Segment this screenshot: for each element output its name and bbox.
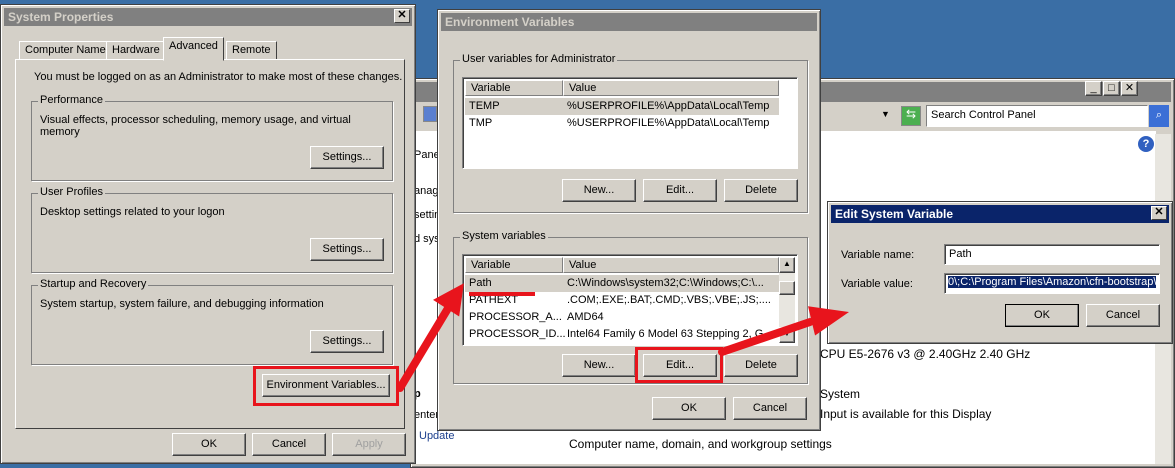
user-edit-button[interactable]: Edit...: [643, 179, 717, 202]
tab-advanced[interactable]: Advanced: [163, 37, 224, 61]
value-cell: .COM;.EXE;.BAT;.CMD;.VBS;.VBE;.JS;....: [567, 294, 771, 306]
help-icon[interactable]: ?: [1138, 136, 1154, 152]
user-profiles-settings-button[interactable]: Settings...: [310, 238, 384, 261]
group-label: System variables: [460, 230, 548, 242]
scroll-thumb[interactable]: [779, 281, 795, 295]
group-label: Performance: [38, 94, 105, 106]
cancel-button[interactable]: Cancel: [252, 433, 326, 456]
user-delete-button[interactable]: Delete: [724, 179, 798, 202]
column-header-variable[interactable]: Variable: [465, 80, 563, 96]
ok-button[interactable]: OK: [1005, 304, 1079, 327]
performance-settings-button[interactable]: Settings...: [310, 146, 384, 169]
underline-annotation: [469, 292, 535, 296]
scroll-up-icon[interactable]: ▲: [779, 257, 795, 273]
processor-value: CPU E5-2676 v3 @ 2.40GHz 2.40 GHz: [820, 347, 1031, 361]
user-profiles-group: User Profiles Desktop settings related t…: [31, 186, 393, 273]
startup-recovery-group: Startup and Recovery System startup, sys…: [31, 278, 393, 365]
variable-cell: PROCESSOR_ID...: [469, 328, 566, 340]
nav-fragment[interactable]: anag: [414, 185, 438, 197]
value-cell: AMD64: [567, 311, 604, 323]
ok-button[interactable]: OK: [172, 433, 246, 456]
variable-value-input[interactable]: 0\;C:\Program Files\Amazon\cfn-bootstrap…: [944, 273, 1160, 294]
env-titlebar: Environment Variables: [441, 13, 817, 31]
dialog-title: Edit System Variable: [835, 207, 954, 221]
system-variables-list[interactable]: Variable Value Path C:\Windows\system32;C…: [462, 254, 798, 346]
group-description: System startup, system failure, and debu…: [40, 298, 324, 310]
nav-fragment[interactable]: enter: [414, 409, 439, 421]
table-row[interactable]: Path C:\Windows\system32;C:\Windows;C:\..…: [465, 275, 779, 292]
performance-group: Performance Visual effects, processor sc…: [31, 94, 393, 181]
column-header-value[interactable]: Value: [563, 80, 779, 96]
refresh-icon[interactable]: ⇆: [901, 106, 921, 126]
system-variables-group: System variables Variable Value Path C:\W…: [453, 230, 808, 384]
table-row[interactable]: PROCESSOR_ID... Intel64 Family 6 Model 63…: [465, 326, 779, 343]
computer-icon: [423, 106, 437, 122]
variable-cell: PROCESSOR_A...: [469, 311, 562, 323]
group-description: Desktop settings related to your logon: [40, 206, 225, 218]
section-heading: Computer name, domain, and workgroup set…: [569, 437, 832, 451]
close-button[interactable]: ✕: [1121, 81, 1138, 96]
variable-value-label: Variable value:: [841, 278, 913, 290]
group-description: Visual effects, processor scheduling, me…: [40, 114, 351, 138]
highlight-box: [253, 366, 399, 406]
user-variables-group: User variables for Administrator Variabl…: [453, 53, 808, 213]
system-type-value: System: [820, 387, 861, 401]
variable-name-input[interactable]: Path: [944, 244, 1160, 265]
ok-button[interactable]: OK: [652, 397, 726, 420]
dropdown-arrow-icon[interactable]: ▼: [881, 109, 890, 119]
variable-name-label: Variable name:: [841, 249, 915, 261]
table-row[interactable]: TMP %USERPROFILE%\AppData\Local\Temp: [465, 115, 779, 132]
scrollbar[interactable]: ▲ ▼: [779, 257, 795, 343]
system-properties-titlebar: System Properties ✕: [4, 8, 412, 26]
windows-update-link[interactable]: Update: [419, 430, 454, 442]
column-header-value[interactable]: Value: [563, 257, 779, 273]
value-cell: %USERPROFILE%\AppData\Local\Temp: [567, 100, 770, 112]
column-header-variable[interactable]: Variable: [465, 257, 563, 273]
cancel-button[interactable]: Cancel: [1086, 304, 1160, 327]
user-new-button[interactable]: New...: [562, 179, 636, 202]
variable-cell: Path: [469, 277, 492, 289]
value-cell: %USERPROFILE%\AppData\Local\Temp: [567, 117, 770, 129]
value-cell: C:\Windows\system32;C:\Windows;C:\...: [567, 277, 764, 289]
minimize-button[interactable]: _: [1085, 81, 1102, 96]
group-label: Startup and Recovery: [38, 278, 149, 290]
system-properties-dialog: System Properties ✕ Computer Name Hardwa…: [0, 4, 416, 464]
search-icon[interactable]: ⌕: [1149, 105, 1169, 127]
maximize-button[interactable]: □: [1103, 81, 1120, 96]
group-label: User variables for Administrator: [460, 53, 618, 65]
system-delete-button[interactable]: Delete: [724, 354, 798, 377]
edit-system-variable-dialog: Edit System Variable ✕ Variable name: Pa…: [827, 201, 1173, 344]
user-variables-list[interactable]: Variable Value TEMP %USERPROFILE%\AppData…: [462, 77, 798, 169]
edit-titlebar: Edit System Variable ✕: [831, 205, 1169, 223]
variable-cell: TMP: [469, 117, 493, 129]
window-controls: _ □ ✕: [1085, 81, 1138, 96]
highlight-box: [635, 347, 723, 383]
cancel-button[interactable]: Cancel: [733, 397, 807, 420]
close-button[interactable]: ✕: [1151, 206, 1167, 220]
selected-value-text: 0\;C:\Program Files\Amazon\cfn-bootstrap…: [948, 276, 1157, 288]
table-row[interactable]: TEMP %USERPROFILE%\AppData\Local\Temp: [465, 98, 779, 115]
apply-button[interactable]: Apply: [332, 433, 406, 456]
nav-fragment[interactable]: d sys: [414, 233, 440, 245]
value-cell: Intel64 Family 6 Model 63 Stepping 2, G.…: [567, 328, 773, 340]
admin-notice: You must be logged on as an Administrato…: [34, 71, 403, 83]
environment-variables-dialog: Environment Variables User variables for…: [437, 9, 821, 431]
system-new-button[interactable]: New...: [562, 354, 636, 377]
tab-computer-name[interactable]: Computer Name: [19, 41, 112, 60]
variable-cell: TEMP: [469, 100, 500, 112]
tab-hardware[interactable]: Hardware: [106, 41, 166, 60]
table-row[interactable]: PROCESSOR_A... AMD64: [465, 309, 779, 326]
group-label: User Profiles: [38, 186, 105, 198]
tab-remote[interactable]: Remote: [226, 41, 277, 60]
pen-touch-value: Input is available for this Display: [820, 407, 992, 421]
dialog-title: System Properties: [8, 10, 114, 24]
dialog-title: Environment Variables: [445, 15, 575, 29]
scroll-down-icon[interactable]: ▼: [779, 327, 795, 343]
startup-settings-button[interactable]: Settings...: [310, 330, 384, 353]
search-input[interactable]: Search Control Panel: [926, 105, 1148, 127]
close-button[interactable]: ✕: [394, 9, 410, 23]
